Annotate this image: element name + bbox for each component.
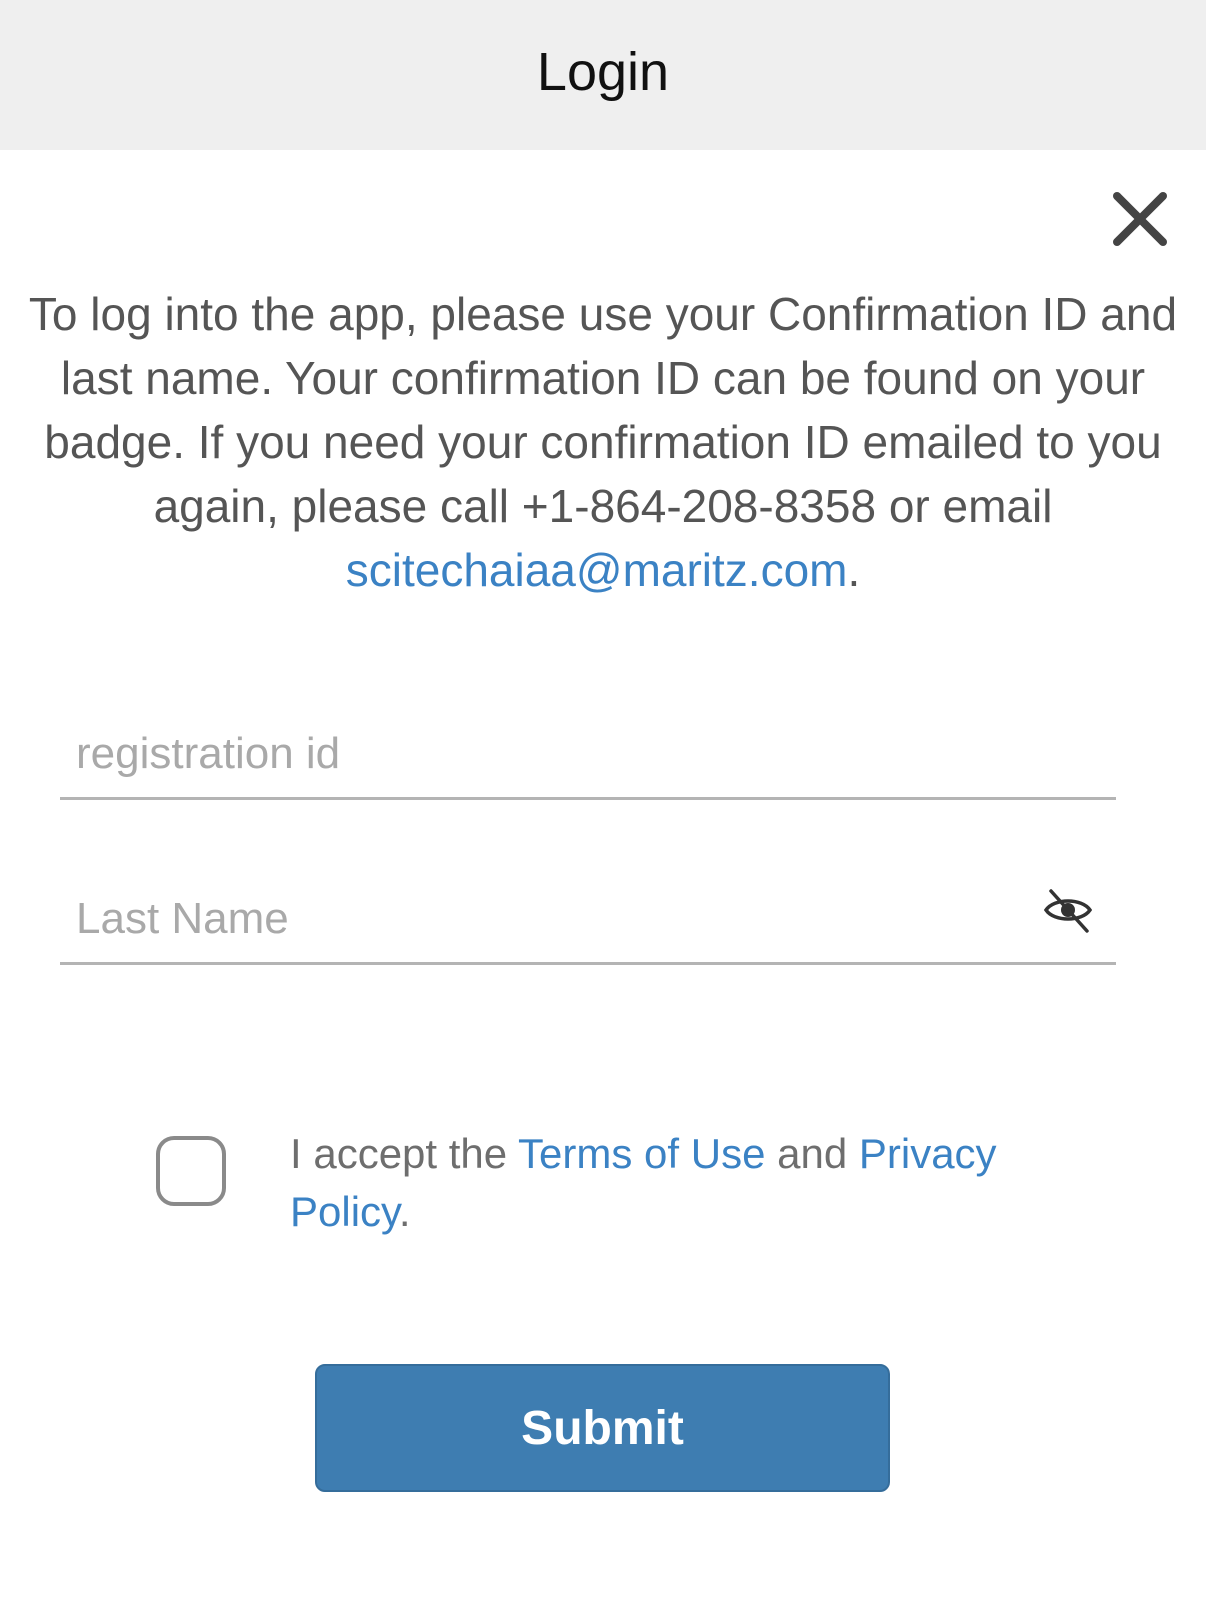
instructions-period: . bbox=[847, 544, 861, 596]
header-bar: Login bbox=[0, 0, 1206, 150]
page-title: Login bbox=[536, 42, 670, 102]
accept-prefix: I accept the bbox=[290, 1130, 519, 1177]
password-visibility-toggle[interactable] bbox=[1040, 882, 1096, 938]
accept-and: and bbox=[765, 1130, 859, 1177]
registration-id-field bbox=[60, 687, 1116, 800]
instructions-text: To log into the app, please use your Con… bbox=[28, 288, 1178, 532]
accept-terms-checkbox[interactable] bbox=[156, 1136, 226, 1206]
accept-terms-label: I accept the Terms of Use and Privacy Po… bbox=[290, 1125, 1050, 1241]
terms-of-use-link[interactable]: Terms of Use bbox=[518, 1130, 765, 1177]
close-icon bbox=[1113, 192, 1167, 246]
eye-slash-icon bbox=[1043, 889, 1093, 933]
support-email-link[interactable]: scitechaiaa@maritz.com bbox=[346, 544, 848, 596]
last-name-input[interactable] bbox=[76, 894, 976, 944]
accept-period: . bbox=[398, 1188, 411, 1235]
close-button[interactable] bbox=[1104, 183, 1176, 255]
registration-id-input[interactable] bbox=[76, 729, 976, 779]
login-instructions: To log into the app, please use your Con… bbox=[24, 282, 1182, 602]
last-name-field bbox=[60, 852, 1116, 965]
submit-button[interactable]: Submit bbox=[315, 1364, 890, 1492]
